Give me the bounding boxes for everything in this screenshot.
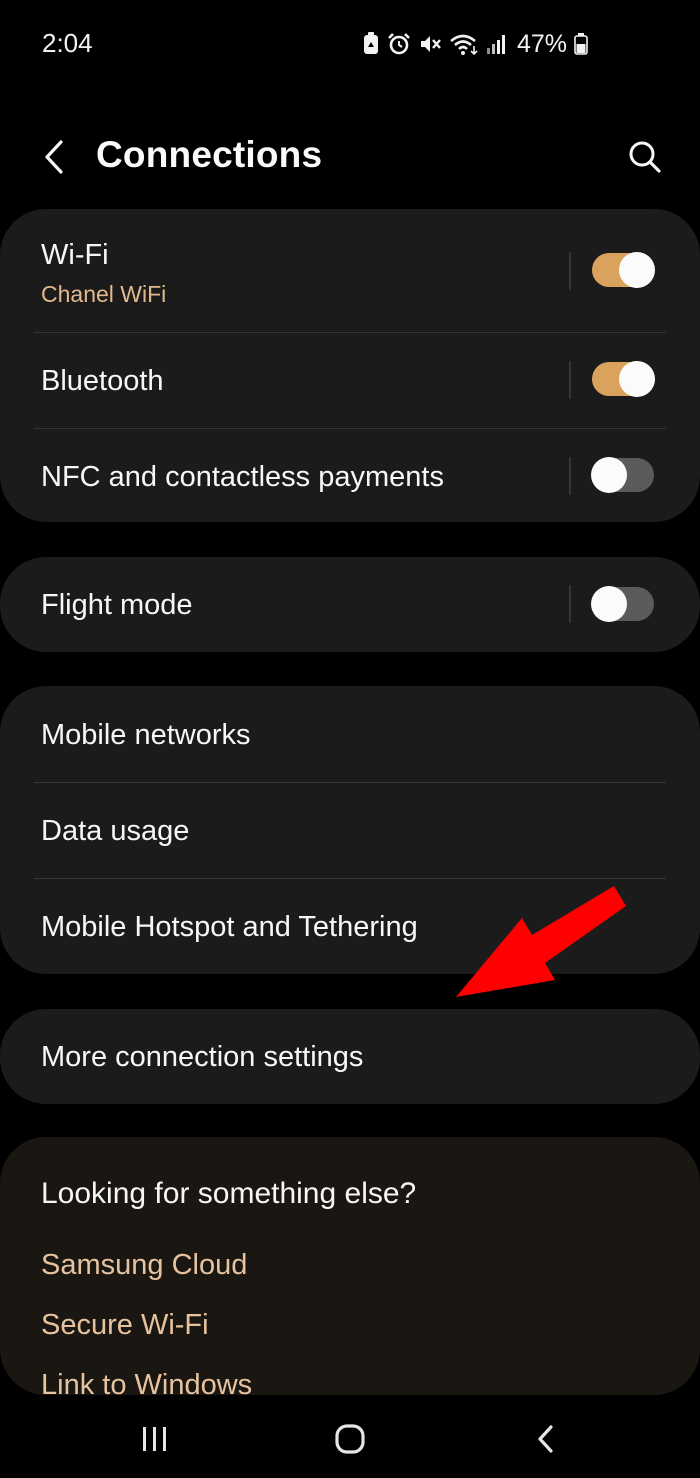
home-button[interactable] (320, 1414, 380, 1464)
battery-icon (574, 33, 588, 55)
back-icon (538, 1425, 553, 1453)
nfc-toggle[interactable] (591, 457, 654, 493)
page-title: Connections (96, 134, 323, 175)
toggle-knob (619, 252, 655, 288)
flight-mode-card: Flight mode (0, 557, 700, 652)
more-connection-settings-row[interactable]: More connection settings (0, 1009, 700, 1104)
status-time: 2:04 (42, 28, 93, 58)
navigation-bar (0, 1398, 700, 1478)
toggle-knob (591, 586, 627, 622)
separator (569, 457, 571, 495)
signal-icon (486, 33, 506, 55)
mobile-networks-row[interactable]: Mobile networks (0, 686, 700, 782)
toggle-knob (619, 361, 655, 397)
recent-apps-icon (143, 1427, 166, 1451)
home-icon (335, 1424, 365, 1454)
battery-percentage: 47% (516, 29, 567, 58)
hotspot-label: Mobile Hotspot and Tethering (41, 911, 418, 943)
nav-back-button[interactable] (516, 1414, 576, 1464)
separator (569, 585, 571, 623)
flight-mode-toggle[interactable] (591, 586, 654, 622)
wifi-icon (449, 32, 479, 56)
bluetooth-label: Bluetooth (41, 365, 164, 397)
more-settings-card: More connection settings (0, 1009, 700, 1104)
flight-mode-label: Flight mode (41, 589, 193, 621)
data-usage-row[interactable]: Data usage (0, 783, 700, 878)
battery-saver-icon (362, 32, 380, 56)
nfc-label: NFC and contactless payments (41, 461, 444, 493)
nfc-row[interactable]: NFC and contactless payments (0, 429, 700, 522)
back-button[interactable] (32, 130, 76, 184)
annotation-arrow-icon (456, 886, 626, 997)
app-header: Connections (0, 118, 700, 196)
separator (569, 361, 571, 399)
suggestions-title: Looking for something else? (41, 1177, 417, 1210)
separator (569, 252, 571, 290)
back-arrow-icon (45, 140, 63, 174)
data-usage-label: Data usage (41, 815, 190, 847)
mute-icon (418, 32, 442, 56)
link-to-windows-link[interactable]: Link to Windows (41, 1369, 252, 1395)
mobile-networks-label: Mobile networks (41, 719, 251, 751)
recent-apps-button[interactable] (125, 1414, 185, 1464)
bluetooth-row[interactable]: Bluetooth (0, 333, 700, 428)
toggle-knob (591, 457, 627, 493)
samsung-cloud-link[interactable]: Samsung Cloud (41, 1249, 247, 1282)
alarm-icon (387, 32, 411, 56)
search-icon (629, 141, 661, 173)
wireless-group-card: Wi-Fi Chanel WiFi Bluetooth NFC and cont… (0, 209, 700, 522)
wifi-row[interactable]: Wi-Fi Chanel WiFi (0, 209, 700, 332)
flight-mode-row[interactable]: Flight mode (0, 557, 700, 652)
wifi-label: Wi-Fi (41, 239, 109, 271)
wifi-network-name: Chanel WiFi (41, 281, 167, 307)
secure-wifi-link[interactable]: Secure Wi-Fi (41, 1309, 209, 1342)
suggestions-card: Looking for something else? Samsung Clou… (0, 1137, 700, 1395)
more-connection-settings-label: More connection settings (41, 1041, 364, 1073)
status-bar: 2:04 47% (0, 0, 700, 90)
wifi-toggle[interactable] (592, 252, 655, 288)
search-button[interactable] (620, 132, 670, 182)
bluetooth-toggle[interactable] (592, 361, 655, 397)
status-icons: 47% (362, 28, 588, 60)
